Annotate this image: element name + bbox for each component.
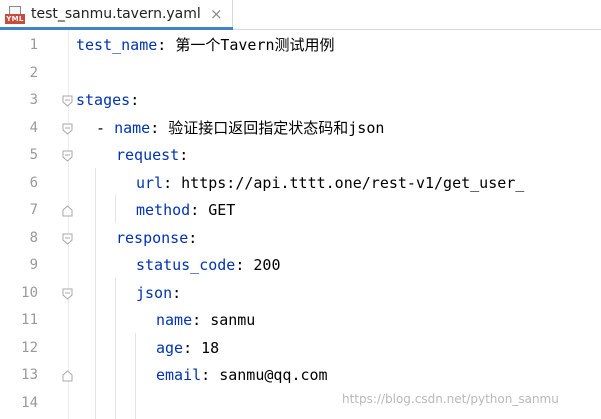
- yaml-line-content[interactable]: - name: 验证接口返回指定状态码和json: [96, 115, 384, 143]
- yaml-value: 18: [201, 339, 220, 357]
- line-number: 1: [29, 37, 38, 53]
- yaml-line-content[interactable]: stages:: [76, 87, 139, 115]
- yaml-line-content[interactable]: url: https://api.tttt.one/rest-v1/get_us…: [136, 170, 524, 198]
- line-number: 5: [29, 147, 38, 163]
- code-line: 12 age: 18: [0, 335, 601, 363]
- yaml-key: email: [156, 366, 202, 384]
- code-line: 9 status_code: 200: [0, 252, 601, 280]
- code-line: 8 response:: [0, 225, 601, 253]
- code-line: 4 - name: 验证接口返回指定状态码和json: [0, 115, 601, 143]
- yaml-separator: :: [183, 339, 202, 357]
- yaml-key: name: [156, 311, 193, 329]
- yaml-key: url: [136, 174, 164, 192]
- code-line: 6 url: https://api.tttt.one/rest-v1/get_…: [0, 170, 601, 198]
- line-number: 13: [21, 367, 38, 383]
- code-editor[interactable]: 1 test_name: 第一个Tavern测试用例 2 3 stages: 4…: [0, 30, 601, 419]
- line-number: 4: [29, 120, 38, 136]
- fold-open-icon[interactable]: [62, 150, 73, 162]
- yaml-value: https://api.tttt.one/rest-v1/get_user_: [181, 174, 525, 192]
- fold-close-icon[interactable]: [62, 370, 73, 382]
- watermark-text: https://blog.csdn.net/python_sanmu: [342, 392, 559, 406]
- code-line: 2: [0, 60, 601, 88]
- fold-close-icon[interactable]: [62, 205, 73, 217]
- yaml-key: stages: [76, 91, 131, 109]
- yaml-value: 200: [253, 256, 281, 274]
- code-lines: 1 test_name: 第一个Tavern测试用例 2 3 stages: 4…: [0, 30, 601, 419]
- yaml-line-content[interactable]: json:: [136, 280, 181, 308]
- fold-open-icon[interactable]: [62, 123, 73, 135]
- yaml-line-content[interactable]: test_name: 第一个Tavern测试用例: [76, 32, 335, 60]
- yaml-key: test_name: [76, 36, 158, 54]
- file-tab[interactable]: YML test_sanmu.tavern.yaml ×: [0, 0, 233, 30]
- yaml-separator: :: [157, 36, 176, 54]
- tab-filename: test_sanmu.tavern.yaml: [31, 6, 201, 22]
- yaml-value: 验证接口返回指定状态码和json: [168, 119, 385, 137]
- yaml-badge: YML: [5, 14, 25, 24]
- yaml-separator: :: [192, 311, 211, 329]
- yaml-value: GET: [208, 201, 236, 219]
- close-icon[interactable]: ×: [210, 5, 223, 23]
- fold-open-icon[interactable]: [62, 95, 73, 107]
- yaml-key: name: [114, 119, 151, 137]
- yaml-value: sanmu@qq.com: [219, 366, 328, 384]
- code-line: 11 name: sanmu: [0, 307, 601, 335]
- yaml-separator: :: [130, 91, 140, 109]
- yaml-line-content[interactable]: email: sanmu@qq.com: [156, 362, 328, 390]
- fold-open-icon[interactable]: [62, 288, 73, 300]
- yaml-key: request: [116, 146, 180, 164]
- line-number: 11: [21, 312, 38, 328]
- line-number: 12: [21, 340, 38, 356]
- code-line: 3 stages:: [0, 87, 601, 115]
- yaml-line-content[interactable]: method: GET: [136, 197, 235, 225]
- yaml-separator: :: [172, 284, 182, 302]
- line-number: 9: [29, 257, 38, 273]
- yaml-separator: :: [201, 366, 220, 384]
- yaml-separator: :: [179, 146, 189, 164]
- yaml-key: method: [136, 201, 191, 219]
- line-number: 3: [29, 92, 38, 108]
- code-line: 5 request:: [0, 142, 601, 170]
- yaml-key: age: [156, 339, 184, 357]
- yaml-key: status_code: [136, 256, 236, 274]
- yaml-line-content[interactable]: age: 18: [156, 335, 219, 363]
- fold-open-icon[interactable]: [62, 233, 73, 245]
- yaml-separator: :: [190, 201, 209, 219]
- line-number: 2: [29, 65, 38, 81]
- code-line: 1 test_name: 第一个Tavern测试用例: [0, 32, 601, 60]
- yaml-line-content[interactable]: status_code: 200: [136, 252, 281, 280]
- code-line: 7 method: GET: [0, 197, 601, 225]
- yaml-line-content[interactable]: request:: [116, 142, 188, 170]
- yaml-separator: :: [235, 256, 254, 274]
- yaml-line-content[interactable]: name: sanmu: [156, 307, 255, 335]
- editor-tab-bar: YML test_sanmu.tavern.yaml ×: [0, 0, 601, 30]
- line-number: 14: [21, 395, 38, 411]
- yaml-separator: :: [163, 174, 182, 192]
- yaml-value: sanmu: [210, 311, 256, 329]
- yaml-value: 第一个Tavern测试用例: [175, 36, 335, 54]
- line-number: 6: [29, 175, 38, 191]
- line-number: 10: [21, 285, 38, 301]
- yaml-list-dash: -: [96, 119, 115, 137]
- yaml-line-content[interactable]: response:: [116, 225, 197, 253]
- code-line: 13 email: sanmu@qq.com: [0, 362, 601, 390]
- line-number: 7: [29, 202, 38, 218]
- yaml-key: json: [136, 284, 173, 302]
- yaml-separator: :: [150, 119, 169, 137]
- line-number: 8: [29, 230, 38, 246]
- yaml-separator: :: [188, 229, 198, 247]
- code-line: 10 json:: [0, 280, 601, 308]
- yaml-key: response: [116, 229, 189, 247]
- yaml-file-icon: YML: [5, 6, 25, 24]
